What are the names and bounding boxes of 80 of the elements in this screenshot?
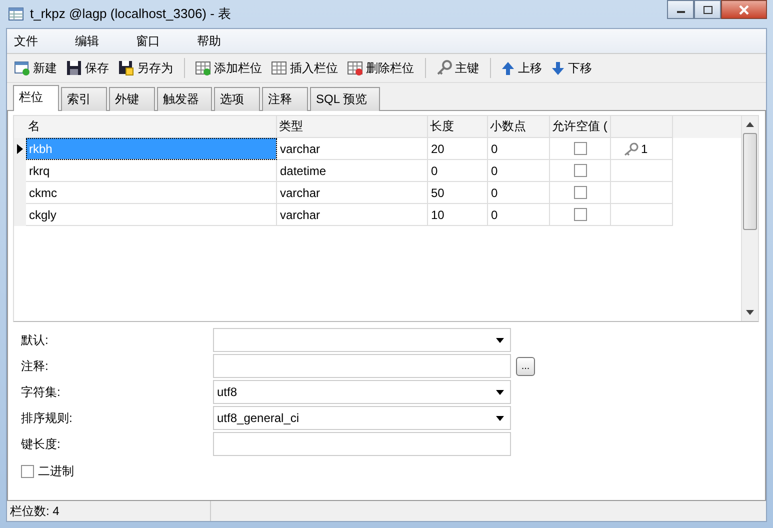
dropdown-arrow-icon (496, 416, 504, 420)
toolbar-button[interactable]: 新建 (11, 58, 60, 78)
table-cell: 0 (488, 182, 550, 204)
arrow-down-icon (551, 60, 565, 76)
toolbar-button[interactable]: 主键 (433, 58, 482, 78)
save-icon (66, 60, 82, 76)
toolbar-button[interactable]: 插入栏位 (268, 58, 341, 78)
menu-item[interactable]: 文件 (7, 32, 48, 50)
column-header[interactable]: 允许空值 ( (550, 116, 611, 138)
maximize-icon (702, 6, 712, 14)
toolbar-button[interactable]: 另存为 (115, 58, 176, 78)
tab[interactable]: 触发器 (157, 87, 212, 111)
table-cell: varchar (277, 182, 428, 204)
dropdown-arrow-icon (496, 390, 504, 394)
field-label: 键长度: (21, 436, 62, 452)
scrollbar[interactable] (741, 116, 758, 321)
maximize-button[interactable] (694, 0, 721, 19)
tab[interactable]: 外键 (109, 87, 155, 111)
checkbox-label: 二进制 (38, 463, 74, 480)
insert-column-icon (271, 60, 287, 76)
table-cell[interactable]: ckgly (26, 204, 277, 226)
table-cell: 0 (488, 204, 550, 226)
table-cell: datetime (277, 160, 428, 182)
status-text: 栏位数: 4 (7, 501, 211, 521)
field-label: 排序规则: (21, 410, 74, 426)
table-cell: 0 (428, 160, 488, 182)
table-cell[interactable]: rkrq (26, 160, 277, 182)
arrow-up-icon (501, 60, 515, 76)
field-label: 字符集: (21, 384, 62, 400)
tab[interactable]: 索引 (61, 87, 107, 111)
key-icon (623, 142, 639, 156)
scroll-up-icon[interactable] (746, 122, 754, 127)
table-cell: 10 (428, 204, 488, 226)
input-field[interactable] (213, 432, 511, 456)
column-header[interactable]: 类型 (277, 116, 428, 138)
toolbar-button[interactable]: 保存 (63, 58, 112, 78)
add-column-icon (195, 60, 211, 76)
menu-item[interactable]: 窗口 (126, 32, 170, 50)
tab[interactable]: SQL 预览 (310, 87, 380, 111)
menu-item[interactable]: 编辑 (65, 32, 109, 50)
dropdown-arrow-icon (496, 338, 504, 342)
close-icon (739, 4, 749, 14)
column-header[interactable]: 小数点 (488, 116, 550, 138)
ellipsis-button[interactable]: ... (516, 356, 535, 376)
scroll-down-icon[interactable] (746, 310, 754, 315)
checkbox[interactable] (574, 186, 586, 199)
checkbox[interactable] (21, 465, 34, 478)
toolbar-button[interactable]: 删除栏位 (344, 58, 417, 78)
new-table-icon (14, 60, 30, 76)
delete-column-icon (347, 60, 363, 76)
column-header[interactable]: 长度 (428, 116, 488, 138)
dropdown[interactable]: utf8 (213, 380, 511, 404)
table-cell: varchar (277, 138, 428, 160)
checkbox[interactable] (574, 142, 586, 155)
key-icon (436, 60, 452, 76)
close-button[interactable] (721, 0, 767, 19)
table-cell: 50 (428, 182, 488, 204)
toolbar-button[interactable]: 下移 (548, 58, 595, 78)
window-title: t_rkpz @lagp (localhost_3306) - 表 (30, 5, 232, 23)
table-icon (8, 6, 24, 22)
toolbar-button[interactable]: 上移 (498, 58, 545, 78)
field-label: 默认: (21, 332, 50, 348)
input-field[interactable] (213, 354, 511, 378)
save-as-icon (118, 60, 134, 76)
table-cell: 0 (488, 138, 550, 160)
dropdown[interactable]: utf8_general_ci (213, 406, 511, 430)
checkbox[interactable] (574, 164, 586, 177)
toolbar-button[interactable]: 添加栏位 (192, 58, 265, 78)
table-cell: 20 (428, 138, 488, 160)
key-order: 1 (641, 142, 648, 156)
tab[interactable]: 注释 (262, 87, 308, 111)
minimize-button[interactable] (667, 0, 694, 19)
checkbox[interactable] (574, 208, 586, 221)
tab[interactable]: 选项 (214, 87, 260, 111)
field-label: 注释: (21, 358, 50, 374)
menu-item[interactable]: 帮助 (187, 32, 231, 50)
table-cell[interactable]: ckmc (26, 182, 277, 204)
tab[interactable]: 栏位 (13, 85, 59, 111)
table-cell: varchar (277, 204, 428, 226)
table-cell: 0 (488, 160, 550, 182)
